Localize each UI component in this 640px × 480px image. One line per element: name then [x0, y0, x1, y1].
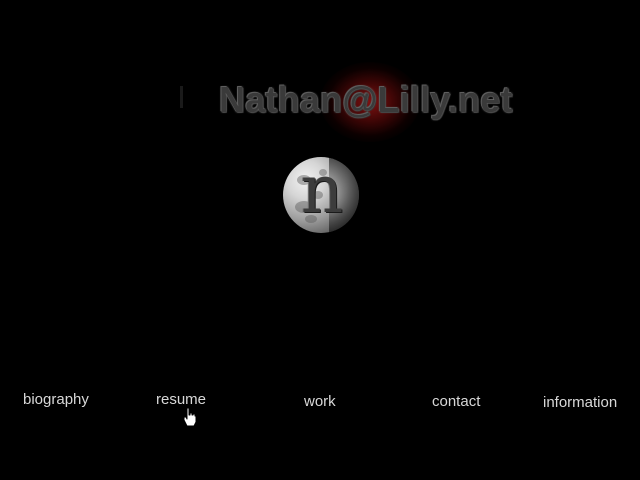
site-title: Nathan@Lilly.net	[219, 79, 513, 120]
main-nav: biography resume work contact informatio…	[0, 388, 640, 418]
nav-link-information[interactable]: information	[543, 393, 617, 413]
logo-letter: n	[300, 151, 344, 228]
nav-link-biography[interactable]: biography	[23, 390, 89, 410]
nav-link-work[interactable]: work	[304, 392, 336, 412]
nav-link-contact[interactable]: contact	[432, 392, 480, 412]
hand-pointer-icon	[183, 407, 197, 427]
page-background: Nathan@Lilly.net n biography resume work…	[0, 0, 640, 480]
title-divider	[180, 86, 183, 108]
